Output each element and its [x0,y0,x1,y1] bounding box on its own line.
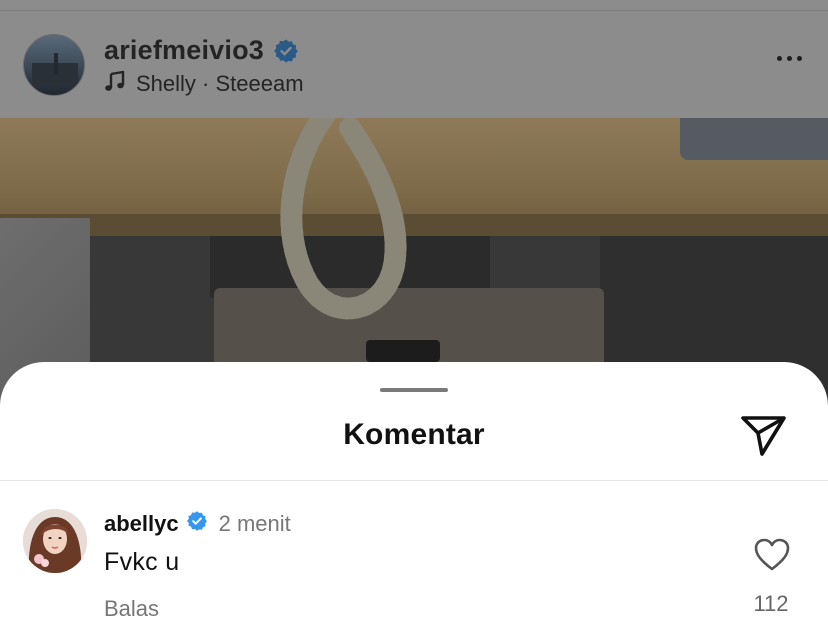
post-header: ariefmeivio3 Shelly · Steeeam [0,0,828,118]
reply-button[interactable]: Balas [104,596,159,622]
photo-latch [366,340,440,362]
post-music-row[interactable]: Shelly · Steeeam [104,70,304,98]
like-count: 112 [753,591,789,616]
verified-badge-icon [186,510,208,538]
comment-time: 2 menit [218,511,291,536]
sheet-title: Komentar [343,418,485,451]
heart-icon[interactable] [754,538,790,572]
post-username-row[interactable]: ariefmeivio3 [104,35,299,66]
top-divider [0,10,828,11]
photo-mouse-pad [680,118,828,160]
sheet-divider [0,480,828,481]
more-dots-icon[interactable] [777,56,802,61]
avatar-tower-silhouette [54,53,58,75]
sheet-grabber[interactable] [380,388,448,392]
comment-avatar[interactable] [23,509,87,573]
comment-text: Fvkc u [104,548,180,576]
photo-phone-cord [280,118,407,320]
post-username[interactable]: ariefmeivio3 [104,35,264,66]
verified-badge-icon [273,38,299,64]
comments-sheet: Komentar abellyc 2 menit Fvkc u Balas 11… [0,362,828,622]
post-avatar[interactable] [23,34,85,96]
music-note-icon [104,70,126,98]
send-icon[interactable] [740,414,788,458]
comment-header: abellyc 2 menit [104,510,291,538]
comment-username[interactable]: abellyc [104,511,179,537]
post-music-label: Shelly · Steeeam [136,71,304,96]
